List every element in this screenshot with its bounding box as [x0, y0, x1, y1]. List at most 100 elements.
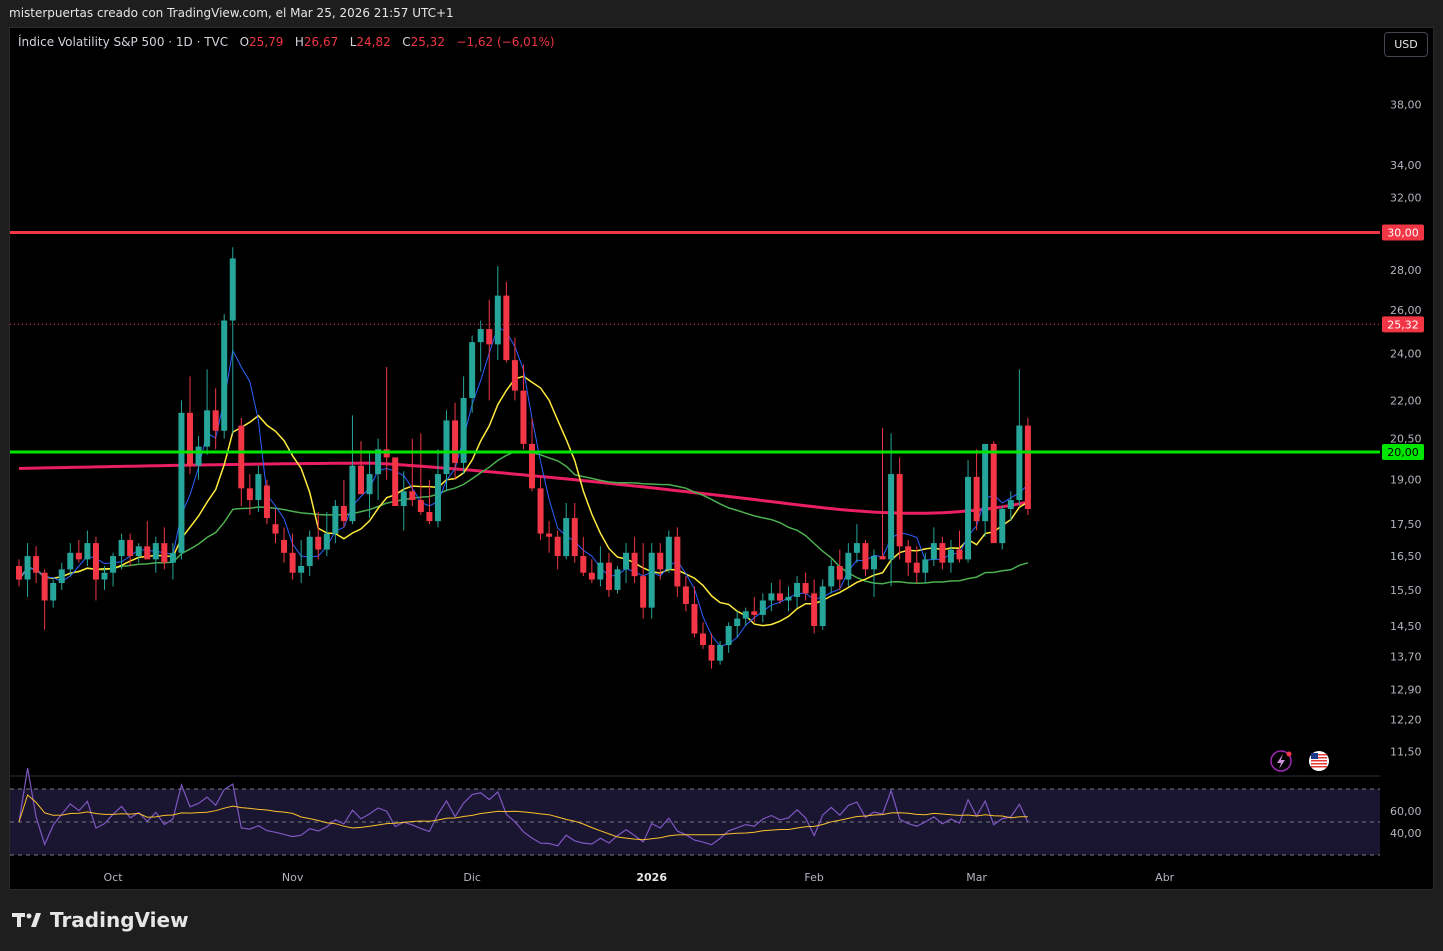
- candle-up: [845, 552, 852, 580]
- high-label: H: [294, 35, 304, 49]
- open-label: O: [239, 35, 250, 49]
- candle-up: [930, 543, 937, 560]
- candle-down: [486, 329, 493, 345]
- candle-up: [101, 572, 108, 580]
- candle-up: [169, 552, 176, 563]
- candle-down: [682, 586, 689, 605]
- high-value: 26,67: [303, 35, 339, 49]
- candle-down: [289, 552, 296, 573]
- price-tick-label: 26,00: [1390, 304, 1422, 317]
- candle-up: [178, 412, 185, 553]
- candle-up: [888, 474, 895, 560]
- candlestick-chart[interactable]: 38,00 34,00 32,00 30,00 28,00 26,00 24,00 22,00…: [0, 0, 1443, 951]
- brand-name: TradingView: [50, 908, 189, 932]
- candle-up: [965, 476, 972, 560]
- candle-up: [759, 600, 766, 615]
- tradingview-logo[interactable]: TradingView: [12, 908, 189, 932]
- symbol-legend: Índice Volatility S&P 500 · 1D · TVC O25…: [18, 35, 555, 49]
- price-tick-label: 32,00: [1390, 192, 1422, 205]
- time-tick-label: 2026: [636, 871, 667, 884]
- candle-up: [742, 611, 749, 619]
- candle-up: [828, 566, 835, 587]
- currency-button[interactable]: USD: [1384, 32, 1428, 57]
- candle-up: [306, 536, 313, 567]
- low-value: 24,82: [356, 35, 391, 49]
- long-moving-average-line: [18, 461, 1029, 515]
- candle-down: [92, 543, 99, 580]
- candle-up: [768, 593, 775, 601]
- candle-up: [221, 320, 228, 431]
- candle-down: [272, 524, 279, 534]
- candle-down: [605, 562, 612, 590]
- candle-down: [691, 604, 698, 634]
- candle-up: [648, 552, 655, 608]
- price-tick-label: 28,00: [1390, 264, 1422, 277]
- candle-down: [811, 593, 818, 626]
- price-tick-label: 24,00: [1390, 347, 1422, 360]
- candle-down: [16, 566, 22, 580]
- candle-up: [110, 556, 117, 573]
- candle-down: [571, 518, 578, 557]
- close-label: C: [402, 35, 411, 49]
- candle-down: [939, 543, 946, 563]
- candle-up: [794, 582, 801, 597]
- candle-up: [204, 410, 211, 447]
- candle-down: [1024, 425, 1031, 509]
- candle-up: [349, 465, 356, 522]
- candle-up: [922, 559, 929, 573]
- level-label: 20,00: [1387, 446, 1419, 459]
- alert-dot: [1286, 751, 1292, 757]
- candle-down: [700, 633, 706, 645]
- candle-up: [298, 566, 305, 573]
- candle-down: [674, 536, 681, 587]
- price-tick-label: 15,50: [1390, 584, 1422, 597]
- flag-canton: [1311, 753, 1318, 759]
- close-value: 25,32: [410, 35, 445, 49]
- level-label: 30,00: [1387, 227, 1419, 240]
- candle-up: [717, 644, 724, 661]
- price-tick-label: 20,50: [1390, 433, 1422, 446]
- candle-up: [366, 474, 373, 495]
- candle-up: [623, 552, 630, 570]
- candle-down: [836, 566, 843, 580]
- candle-down: [776, 593, 783, 601]
- candle-down: [708, 644, 715, 661]
- candle-up: [597, 562, 604, 580]
- candle-down: [392, 457, 399, 506]
- last-price-label: 25,32: [1387, 318, 1419, 331]
- candle-down: [212, 410, 219, 431]
- candle-up: [725, 626, 732, 645]
- change-value: −1,62 (−6,01%): [456, 35, 555, 49]
- time-tick-label: Nov: [282, 871, 304, 884]
- candle-up: [84, 543, 91, 560]
- candle-down: [503, 295, 510, 361]
- candle-up: [443, 420, 450, 475]
- candle-up: [853, 543, 860, 553]
- price-tick-label: 12,20: [1390, 713, 1422, 726]
- candle-down: [417, 500, 424, 513]
- candle-up: [323, 533, 330, 550]
- candle-up: [50, 582, 57, 601]
- candle-up: [24, 556, 31, 580]
- candle-down: [161, 543, 168, 563]
- candle-down: [580, 556, 587, 573]
- candle-down: [263, 485, 270, 519]
- candle-down: [956, 549, 963, 560]
- candle-down: [187, 412, 193, 466]
- price-tick-label: 11,50: [1390, 745, 1422, 758]
- candle-down: [238, 425, 245, 489]
- candle-down: [631, 552, 638, 577]
- price-tick-label: 14,50: [1390, 620, 1422, 633]
- open-value: 25,79: [249, 35, 284, 49]
- rsi-band: [10, 789, 1380, 855]
- candle-down: [511, 360, 518, 391]
- price-tick-label: 13,70: [1390, 651, 1422, 664]
- candle-down: [751, 611, 758, 615]
- candle-down: [973, 476, 980, 522]
- price-tick-label: 16,50: [1390, 550, 1422, 563]
- candle-down: [896, 474, 903, 547]
- candle-up: [255, 474, 262, 501]
- candle-down: [426, 512, 433, 522]
- candle-up: [400, 491, 407, 506]
- candle-down: [802, 582, 809, 594]
